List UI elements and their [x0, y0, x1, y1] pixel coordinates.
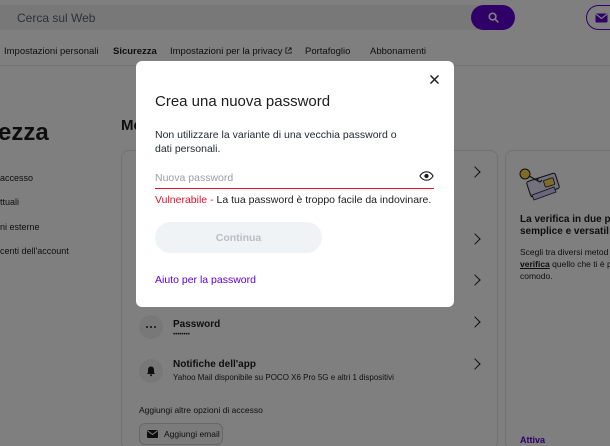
new-password-field[interactable] [155, 167, 434, 189]
continue-button[interactable]: Continua [155, 222, 322, 253]
show-password-eye-icon[interactable] [418, 169, 434, 183]
close-button[interactable] [425, 70, 443, 88]
password-help-link[interactable]: Aiuto per la password [155, 274, 256, 286]
password-strength-message: Vulnerabile - La tua password è troppo f… [155, 194, 431, 206]
close-icon [429, 74, 439, 84]
new-password-dialog: Crea una nuova password Non utilizzare l… [136, 61, 454, 307]
strength-separator: - [207, 194, 217, 206]
dialog-title: Crea una nuova password [155, 93, 331, 110]
dialog-description: Non utilizzare la variante di una vecchi… [155, 129, 397, 155]
strength-message: La tua password è troppo facile da indov… [216, 194, 432, 206]
strength-label: Vulnerabile [155, 194, 208, 206]
